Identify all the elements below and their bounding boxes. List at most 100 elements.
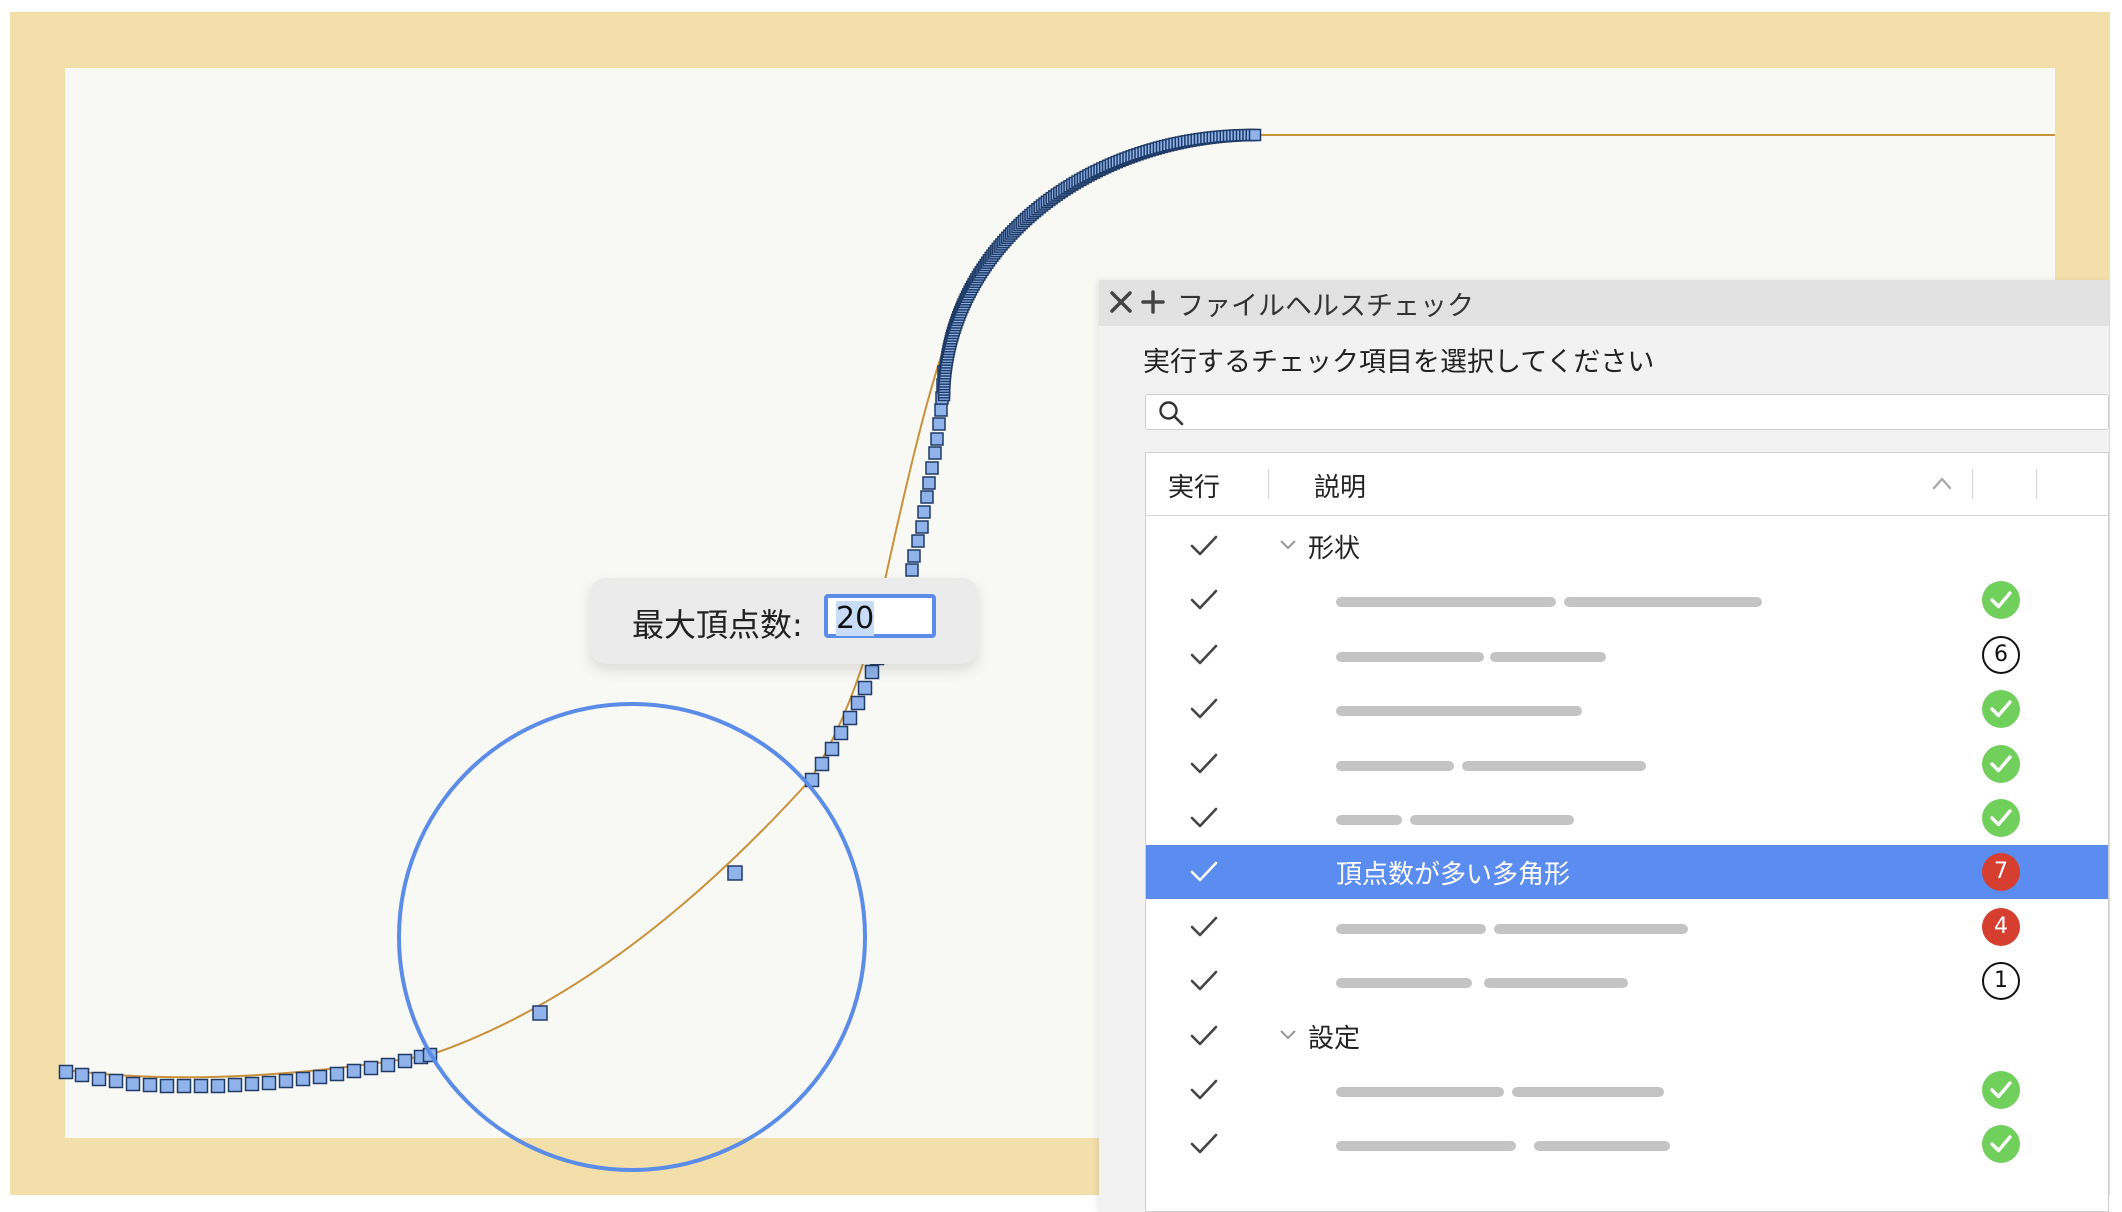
check-item-row[interactable] <box>1146 682 2108 736</box>
vertex-handle[interactable] <box>380 1057 396 1073</box>
vertex-handle[interactable] <box>176 1078 192 1094</box>
placeholder-text-bar <box>1534 1141 1670 1152</box>
vertex-handle[interactable] <box>920 490 934 504</box>
run-checkmark-icon[interactable] <box>1190 1077 1218 1103</box>
status-count: 7 <box>1982 853 2022 893</box>
vertex-handle[interactable] <box>727 865 743 881</box>
placeholder-text-bar <box>1406 706 1582 717</box>
status-ok-icon <box>1982 581 2022 621</box>
check-item-row[interactable] <box>1146 573 2108 627</box>
run-checkmark-icon[interactable] <box>1190 1131 1218 1157</box>
run-checkmark-icon[interactable] <box>1190 587 1218 613</box>
vertex-handle[interactable] <box>210 1078 226 1094</box>
group-row[interactable]: 設定 <box>1146 1009 2108 1063</box>
vertex-handle[interactable] <box>907 549 921 563</box>
max-vertex-input[interactable]: 20 <box>824 594 936 638</box>
vertex-handle[interactable] <box>346 1063 362 1079</box>
check-item-row[interactable]: 6 <box>1146 628 2108 682</box>
vertex-handle[interactable] <box>864 664 880 680</box>
vertex-handle[interactable] <box>278 1073 294 1089</box>
vertex-handle[interactable] <box>915 520 929 534</box>
check-item-row[interactable]: 4 <box>1146 900 2108 954</box>
check-item-row[interactable] <box>1146 737 2108 791</box>
check-item-row[interactable] <box>1146 1063 2108 1117</box>
vertex-handle[interactable] <box>842 710 858 726</box>
list-header: 実行 説明 <box>1146 453 2110 516</box>
status-ok-icon <box>1982 690 2022 730</box>
run-checkmark-icon[interactable] <box>1190 642 1218 668</box>
column-divider[interactable] <box>1268 469 1269 499</box>
chevron-down-icon[interactable] <box>1278 537 1298 553</box>
column-header-run[interactable]: 実行 <box>1168 467 1220 504</box>
run-checkmark-icon[interactable] <box>1190 805 1218 831</box>
vertex-handle[interactable] <box>934 403 948 417</box>
sort-ascending-icon[interactable] <box>1930 473 1954 493</box>
vertex-handle[interactable] <box>814 756 830 772</box>
run-checkmark-icon[interactable] <box>1190 751 1218 777</box>
vertex-handle[interactable] <box>58 1064 74 1080</box>
group-row[interactable]: 形状 <box>1146 519 2108 573</box>
run-checkmark-icon[interactable] <box>1190 859 1218 885</box>
run-checkmark-icon[interactable] <box>1190 914 1218 940</box>
vertex-handle[interactable] <box>363 1060 379 1076</box>
vertex-handle[interactable] <box>142 1077 158 1093</box>
vertex-handle[interactable] <box>329 1066 345 1082</box>
vertex-handle[interactable] <box>928 446 942 460</box>
vertex-handle[interactable] <box>261 1075 277 1091</box>
vertex-handle[interactable] <box>857 680 873 696</box>
max-vertex-label: 最大頂点数: <box>632 606 803 644</box>
vertex-handle[interactable] <box>159 1078 175 1094</box>
chevron-down-icon[interactable] <box>1278 1027 1298 1043</box>
check-item-row[interactable] <box>1146 791 2108 845</box>
max-vertex-popup: 最大頂点数: 20 <box>590 578 978 664</box>
placeholder-text-bar <box>1484 978 1628 989</box>
column-divider[interactable] <box>2036 469 2037 499</box>
check-item-row[interactable] <box>1146 1117 2108 1171</box>
status-count: 6 <box>1982 635 2022 676</box>
vertex-handle[interactable] <box>91 1071 107 1087</box>
check-circle-icon <box>1982 690 2020 729</box>
issue-count-badge: 1 <box>1982 962 2020 1001</box>
vertex-handle[interactable] <box>932 417 946 431</box>
column-divider[interactable] <box>1972 469 1973 499</box>
run-checkmark-icon[interactable] <box>1190 696 1218 722</box>
vertex-handle[interactable] <box>295 1071 311 1087</box>
vertex-handle[interactable] <box>125 1076 141 1092</box>
search-field[interactable] <box>1145 394 2109 431</box>
placeholder-text-bar <box>1462 760 1646 771</box>
vertex-handle[interactable] <box>930 432 944 446</box>
plus-icon[interactable] <box>1139 288 1167 316</box>
check-list: 実行 説明 形状 6 頂点数が多い多角形 7 4 1 設定 <box>1145 452 2110 1212</box>
vertex-handle[interactable] <box>917 505 931 519</box>
max-vertex-value: 20 <box>836 601 875 636</box>
group-label: 形状 <box>1308 534 1361 564</box>
vertex-handle[interactable] <box>850 695 866 711</box>
placeholder-text-bar <box>1336 1087 1504 1097</box>
column-header-description[interactable]: 説明 <box>1314 467 1366 504</box>
vertex-handle[interactable] <box>532 1005 548 1021</box>
vertex-handle[interactable] <box>1248 128 1262 142</box>
check-item-row[interactable]: 1 <box>1146 954 2108 1008</box>
vertex-handle[interactable] <box>193 1078 209 1094</box>
vertex-handle[interactable] <box>108 1073 124 1089</box>
vertex-handle[interactable] <box>824 741 840 757</box>
vertex-handle[interactable] <box>833 725 849 741</box>
vertex-handle[interactable] <box>905 563 919 577</box>
close-icon[interactable] <box>1107 288 1135 316</box>
run-checkmark-icon[interactable] <box>1190 968 1218 994</box>
vertex-handle[interactable] <box>244 1076 260 1092</box>
placeholder-text-bar <box>1336 1141 1516 1152</box>
vertex-handle[interactable] <box>74 1067 90 1083</box>
run-checkmark-icon[interactable] <box>1190 533 1218 559</box>
vertex-handle[interactable] <box>925 461 939 475</box>
vertex-handle[interactable] <box>227 1077 243 1093</box>
vertex-handle[interactable] <box>911 534 925 548</box>
status-ok-icon <box>1982 1125 2022 1165</box>
panel-title: ファイルヘルスチェック <box>1177 291 1474 322</box>
vertex-handle[interactable] <box>922 476 936 490</box>
vertex-handle[interactable] <box>397 1053 413 1069</box>
run-checkmark-icon[interactable] <box>1190 1023 1218 1049</box>
search-input[interactable] <box>1190 395 2094 431</box>
vertex-handle[interactable] <box>312 1069 328 1085</box>
check-item-row-selected[interactable]: 頂点数が多い多角形 7 <box>1146 845 2108 900</box>
